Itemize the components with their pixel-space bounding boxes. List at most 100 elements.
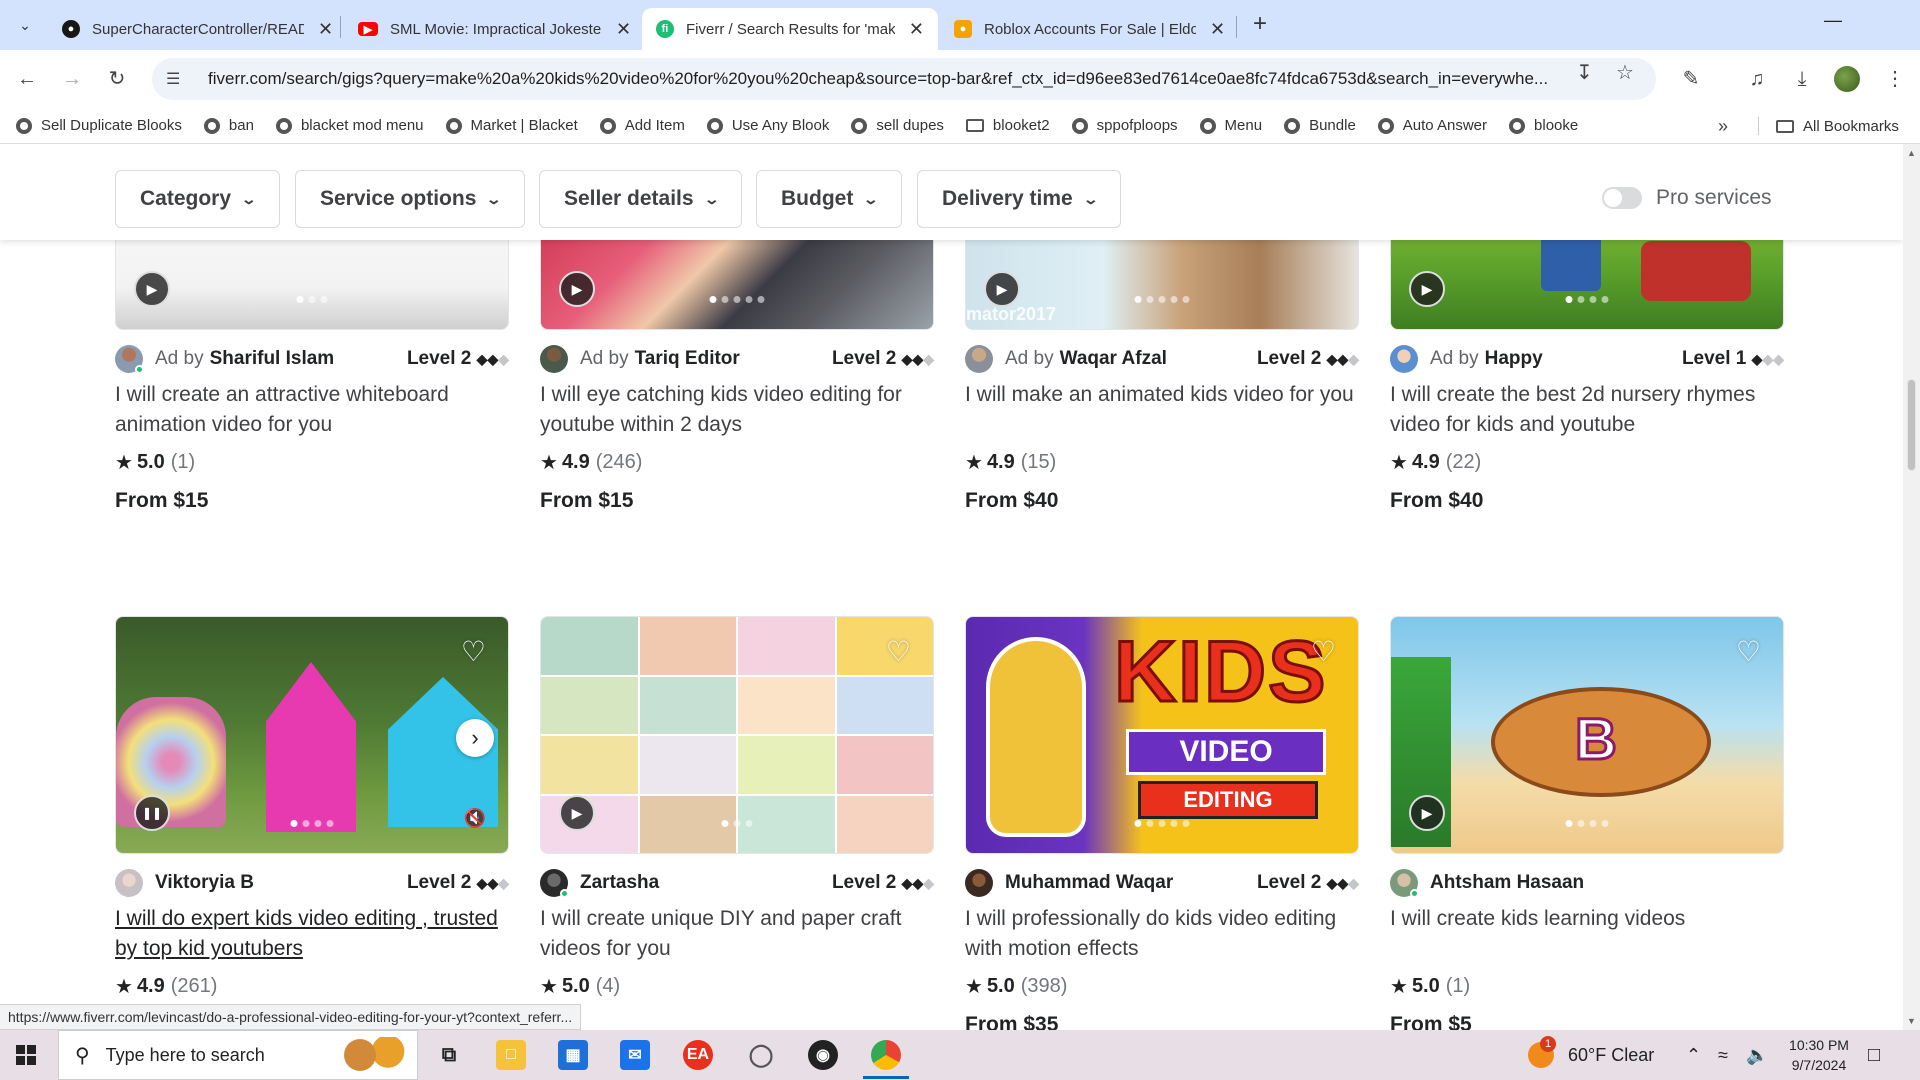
wifi-icon[interactable]: ≈ [1718,1030,1728,1080]
avatar[interactable] [1390,345,1418,373]
avatar[interactable] [965,869,993,897]
system-clock[interactable]: 10:30 PM 9/7/2024 [1776,1035,1862,1075]
mail-icon[interactable]: ✉ [620,1040,650,1070]
gig-price[interactable]: From $15 [540,489,934,513]
tab-fiverr[interactable]: fi Fiverr / Search Results for 'make ✕ [642,8,938,50]
seller-name[interactable]: Zartasha [580,872,659,894]
close-icon[interactable]: ✕ [1210,19,1225,40]
gig-card[interactable]: ♡ ▶ Zartasha Level 2 ◆◆◆ I will create u… [540,616,934,999]
heart-icon[interactable]: ♡ [461,635,486,668]
seller-name[interactable]: Shariful Islam [210,348,335,370]
budget-filter[interactable]: Budget ⌄ [756,170,903,228]
tab-youtube[interactable]: ▶ SML Movie: Impractical Jokeste ✕ [344,8,645,50]
seller-details-filter[interactable]: Seller details ⌄ [539,170,743,228]
gig-title[interactable]: I will create unique DIY and paper craft… [540,904,934,964]
gig-title[interactable]: I will professionally do kids video edit… [965,904,1359,964]
obs-icon[interactable]: ◉ [808,1040,838,1070]
gig-card[interactable]: ♡ › ❚❚ 🔇 Viktoryia B Level 2 ◆◆◆ I will … [115,616,509,999]
notifications-icon[interactable]: □ [1868,1030,1880,1080]
seller-name[interactable]: Ahtsham Hasaan [1430,872,1584,894]
play-icon[interactable]: ▶ [984,271,1020,307]
bookmark-item[interactable]: blacket mod menu [275,117,424,134]
bookmark-item[interactable]: Add Item [599,117,685,134]
gig-thumbnail[interactable]: B ♡ ▶ [1390,616,1784,854]
tab-github[interactable]: ● SuperCharacterController/READ ✕ [48,8,347,50]
avatar[interactable] [965,345,993,373]
play-icon[interactable]: ▶ [1409,795,1445,831]
heart-icon[interactable]: ♡ [1736,635,1761,668]
bookmark-item[interactable]: Auto Answer [1377,117,1487,134]
avatar[interactable] [115,345,144,374]
weather-widget[interactable]: 1 60°F Clear [1528,1030,1654,1080]
scroll-up-icon[interactable]: ▲ [1907,148,1916,158]
gig-title[interactable]: I will create kids learning videos [1390,904,1784,964]
gig-title[interactable]: I will create the best 2d nursery rhymes… [1390,380,1784,440]
seller-name[interactable]: Viktoryia B [155,872,254,894]
scrollbar-thumb[interactable] [1907,379,1916,471]
gig-card[interactable]: B ♡ ▶ Ahtsham Hasaan I will create kids … [1390,616,1784,1030]
avatar[interactable] [115,869,143,897]
minimize-icon[interactable]: — [1813,10,1853,31]
bookmark-folder[interactable]: blooket2 [965,117,1050,134]
new-tab-button[interactable]: + [1245,10,1275,38]
avatar[interactable] [540,869,569,898]
windows-start-icon[interactable] [16,1045,36,1065]
gig-price[interactable]: From $40 [1390,489,1784,513]
gig-price[interactable]: From $35 [965,1013,1359,1030]
tab-search-button[interactable]: ⌄ [10,10,40,40]
gig-price[interactable]: From $5 [1390,1013,1784,1030]
chevron-right-icon[interactable]: › [456,719,494,757]
media-control-icon[interactable]: ♫ [1742,64,1772,94]
extensions-icon[interactable]: ✎ [1676,64,1706,94]
close-icon[interactable]: ✕ [909,19,924,40]
site-info-icon[interactable]: ☰ [166,69,188,89]
mute-icon[interactable]: 🔇 [464,808,486,829]
scroll-down-icon[interactable]: ▼ [1907,1016,1916,1026]
bookmark-item[interactable]: sell dupes [851,117,944,134]
bookmark-item[interactable]: Use Any Blook [706,117,829,134]
install-app-icon[interactable]: ↧ [1576,60,1593,85]
gig-title[interactable]: I will create an attractive whiteboard a… [115,380,509,440]
bookmark-item[interactable]: Market | Blacket [445,117,578,134]
microsoft-store-icon[interactable]: ▦ [558,1040,588,1070]
pro-services-toggle[interactable]: Pro services [1602,186,1772,210]
chrome-icon[interactable] [863,1040,909,1079]
gig-title[interactable]: I will eye catching kids video editing f… [540,380,934,440]
menu-icon[interactable]: ⋮ [1880,64,1910,94]
seller-name[interactable]: Muhammad Waqar [1005,872,1173,894]
mouse-app-icon[interactable]: ◯ [746,1040,776,1070]
close-icon[interactable]: ✕ [616,19,631,40]
gig-price[interactable]: From $40 [965,489,1359,513]
downloads-icon[interactable]: ⤓ [1787,64,1817,94]
avatar[interactable] [1390,869,1419,898]
bookmark-item[interactable]: blooke [1509,117,1578,134]
gig-card[interactable]: KIDS VIDEO EDITING ♡ Muhammad Waqar Leve… [965,616,1359,1030]
ea-app-icon[interactable]: EA [683,1040,713,1070]
close-icon[interactable]: ✕ [318,19,333,40]
page-scrollbar[interactable]: ▲ ▼ [1903,144,1920,1030]
all-bookmarks-button[interactable]: All Bookmarks [1776,108,1899,144]
volume-icon[interactable]: 🔈 [1746,1030,1768,1080]
pause-icon[interactable]: ❚❚ [134,795,170,831]
play-icon[interactable]: ▶ [559,795,595,831]
chevron-up-icon[interactable]: ⌃ [1686,1030,1701,1080]
task-view-icon[interactable]: ⧉ [434,1040,464,1070]
avatar[interactable] [540,345,568,373]
file-explorer-icon[interactable]: □ [496,1040,526,1070]
address-bar[interactable]: ☰ fiverr.com/search/gigs?query=make%20a%… [152,58,1656,100]
profile-avatar[interactable] [1834,66,1860,92]
reload-icon[interactable]: ↻ [102,64,132,94]
seller-name[interactable]: Tariq Editor [635,348,740,370]
play-icon[interactable]: ▶ [559,271,595,307]
delivery-time-filter[interactable]: Delivery time ⌄ [917,170,1122,228]
taskbar-search[interactable]: ⚲ Type here to search [58,1030,418,1080]
seller-name[interactable]: Happy [1485,348,1543,370]
play-icon[interactable]: ▶ [1409,271,1445,307]
bookmark-item[interactable]: sppofploops [1071,117,1178,134]
toggle-switch[interactable] [1602,187,1642,209]
seller-name[interactable]: Waqar Afzal [1060,348,1167,370]
more-bookmarks-icon[interactable]: » [1718,116,1728,137]
heart-icon[interactable]: ♡ [1311,635,1336,668]
bookmark-star-icon[interactable]: ☆ [1616,60,1634,85]
back-icon[interactable]: ← [12,64,42,94]
